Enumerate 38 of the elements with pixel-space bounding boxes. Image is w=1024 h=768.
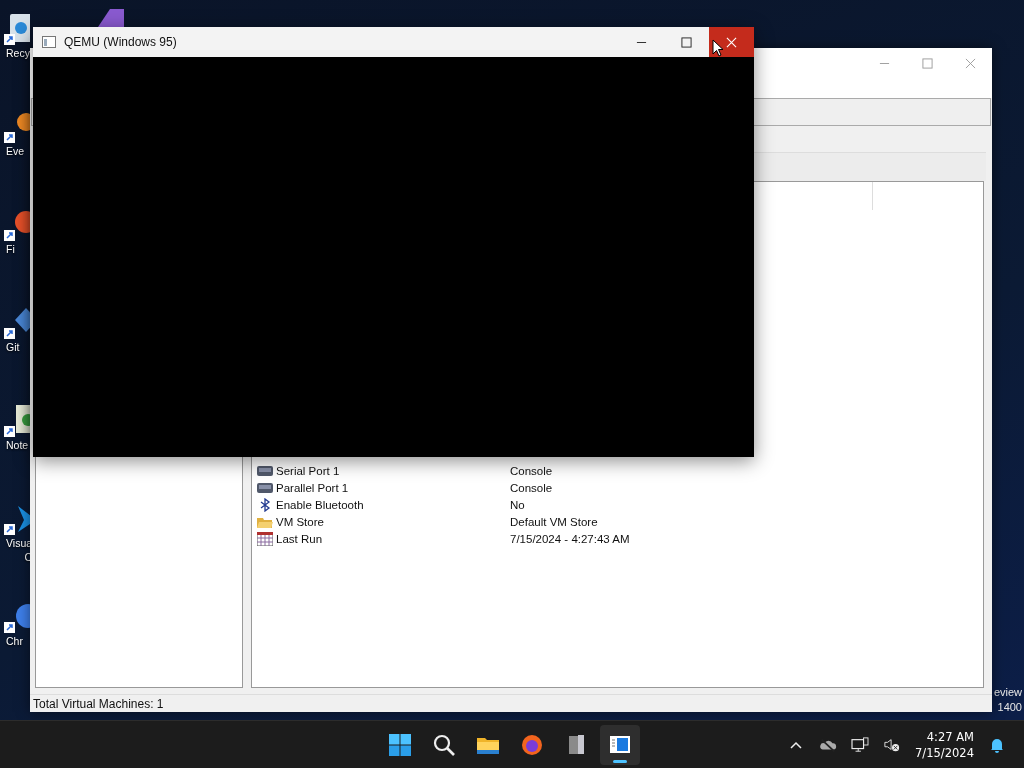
windows-logo-icon: [388, 732, 412, 757]
app-icon: [42, 36, 56, 48]
property-name: Serial Port 1: [276, 464, 340, 477]
calendar-icon: [257, 531, 273, 546]
property-value: No: [510, 498, 525, 511]
property-value: Default VM Store: [510, 515, 598, 528]
property-value: Console: [510, 464, 553, 477]
property-name: Parallel Port 1: [276, 481, 349, 494]
mouse-cursor-icon: [712, 39, 724, 57]
clock-time: 4:27 AM: [926, 728, 974, 745]
property-value: Console: [510, 481, 553, 494]
wallpaper-text: 1400: [997, 700, 1022, 715]
clock-date: 7/15/2024: [915, 744, 974, 761]
maximize-icon: [681, 36, 692, 48]
close-icon: [726, 36, 737, 48]
port-icon: [257, 463, 273, 478]
clock[interactable]: 4:27 AM 7/15/2024: [915, 728, 974, 761]
port-icon: [257, 480, 273, 495]
desktop-icon-label: Git: [6, 340, 20, 354]
wallpaper-text: eview: [993, 685, 1022, 700]
desktop-icon-label: Recy: [6, 46, 30, 60]
property-name: VM Store: [276, 515, 324, 528]
desktop-icon-label: Fi: [6, 242, 15, 256]
network-icon[interactable]: [851, 736, 870, 753]
desktop-icon-label: Chr: [6, 634, 23, 648]
property-value: 7/15/2024 - 4:27:43 AM: [510, 532, 630, 545]
property-name: Enable Bluetooth: [276, 498, 364, 511]
window-title: QEMU (Windows 95): [64, 35, 177, 49]
taskbar-app-button[interactable]: [600, 724, 640, 765]
desktop-icon-label: Eve: [6, 144, 25, 158]
status-text: Total Virtual Machines: 1: [33, 696, 164, 711]
browser-icon: [520, 732, 544, 757]
close-button[interactable]: [709, 27, 754, 57]
desktop-icon-label: Note: [6, 438, 29, 452]
property-name: Last Run: [276, 532, 323, 545]
speaker-muted-icon[interactable]: [883, 736, 902, 753]
search-icon: [432, 732, 456, 757]
close-icon[interactable]: [965, 57, 976, 69]
